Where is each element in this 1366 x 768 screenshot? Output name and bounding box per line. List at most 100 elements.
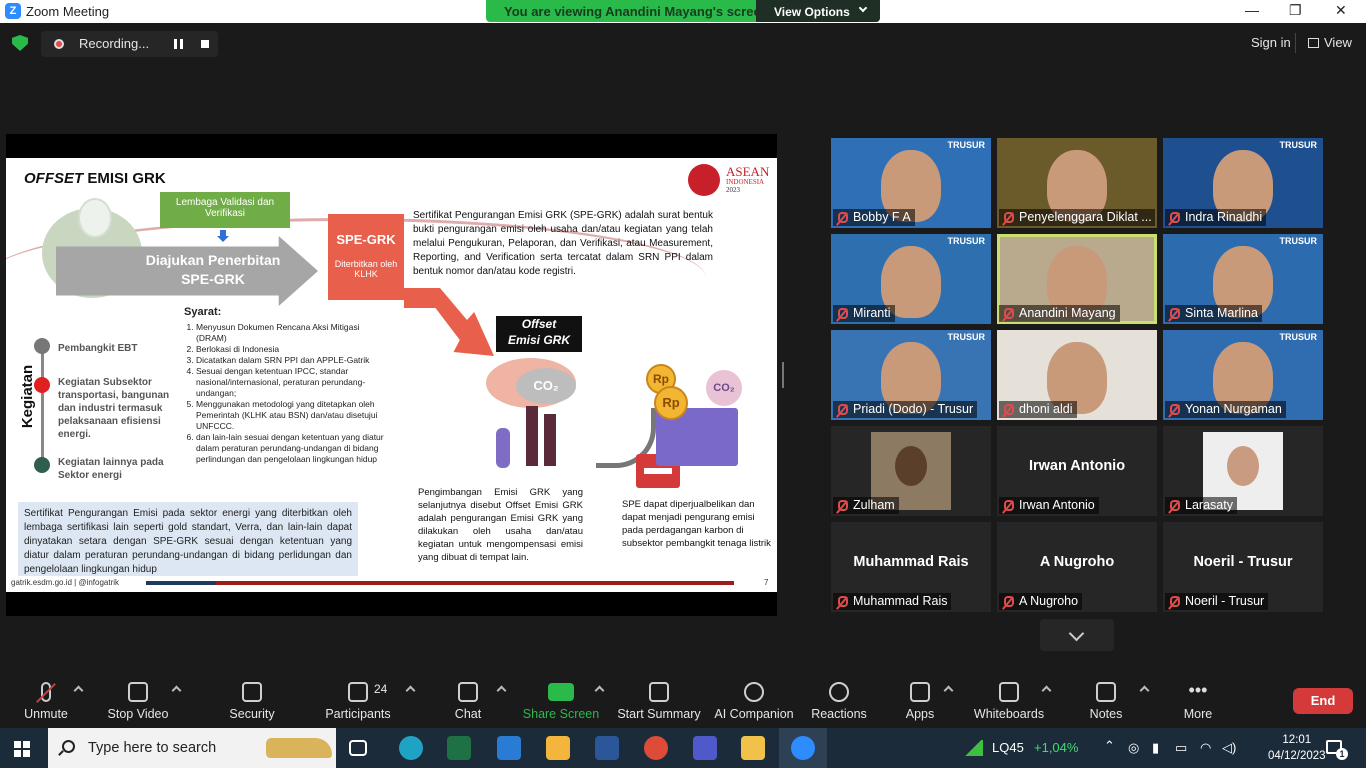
zoom-taskbar-active[interactable]: [779, 728, 827, 768]
participant-tile[interactable]: TRUSUR Indra Rinaldhi: [1163, 138, 1323, 228]
slide-page-number: 7: [764, 578, 769, 587]
store-icon[interactable]: [546, 736, 570, 760]
participant-tile[interactable]: TRUSUR Sinta Marlina: [1163, 234, 1323, 324]
security-button[interactable]: Security: [202, 672, 302, 728]
system-clock[interactable]: 12:01 04/12/2023: [1268, 732, 1326, 764]
whiteboard-icon: [999, 682, 1019, 702]
validation-box: Lembaga Validasi dan Verifikasi: [160, 192, 290, 228]
edge-browser-icon[interactable]: [399, 736, 423, 760]
notes-icon: [1096, 682, 1116, 702]
spe-grk-box: SPE-GRK Diterbitkan oleh KLHK: [328, 214, 404, 300]
battery-icon[interactable]: ▭: [1175, 740, 1187, 756]
pengimbangan-text: Pengimbangan Emisi GRK yang selanjutnya …: [418, 487, 583, 563]
kegiatan-item: Kegiatan Subsektor transportasi, banguna…: [58, 377, 170, 440]
slide-title: OFFSET EMISI GRK: [24, 170, 166, 187]
list-item: Sesuai dengan ketentuan IPCC, standar na…: [196, 366, 384, 399]
participant-tile[interactable]: dhoni aldi: [997, 330, 1157, 420]
start-summary-button[interactable]: Start Summary: [609, 672, 709, 728]
rupiah-coin-icon: Rp: [654, 386, 688, 420]
grid-view-icon: [1308, 38, 1319, 48]
meeting-top-bar: Recording... Sign in View: [0, 23, 1366, 63]
apps-button[interactable]: Apps: [870, 672, 970, 728]
participant-tile[interactable]: A Nugroho A Nugroho: [997, 522, 1157, 612]
participant-tile[interactable]: Anandini Mayang: [997, 234, 1157, 324]
participant-name: Larasaty: [1185, 498, 1233, 512]
teams-icon[interactable]: [693, 736, 717, 760]
end-meeting-button[interactable]: End: [1293, 688, 1353, 714]
co2-bubble-icon: CO₂: [706, 370, 742, 406]
view-options-button[interactable]: View Options: [756, 0, 880, 22]
stop-recording-icon[interactable]: [201, 40, 209, 48]
notes-button[interactable]: Notes: [1056, 672, 1156, 728]
word-icon[interactable]: [595, 736, 619, 760]
participant-display-name: A Nugroho: [1039, 554, 1115, 570]
unmute-button[interactable]: Unmute: [0, 672, 96, 728]
toolbar-label: More: [1183, 707, 1213, 721]
summary-icon: [649, 682, 669, 702]
meet-now-icon[interactable]: ◎: [1128, 740, 1139, 756]
task-view-icon[interactable]: [349, 740, 367, 756]
viewing-message: You are viewing Anandini Mayang's screen: [504, 4, 769, 19]
syarat-title: Syarat:: [184, 306, 222, 318]
stop-video-button[interactable]: Stop Video: [88, 672, 188, 728]
shared-screen[interactable]: OFFSET EMISI GRK ASEAN INDONESIA 2023 Di…: [6, 134, 777, 616]
file-explorer-icon[interactable]: [741, 736, 765, 760]
show-more-participants-button[interactable]: [1040, 619, 1114, 651]
mic-muted-icon: [1170, 500, 1180, 511]
cheetah-search-highlight-icon: [266, 738, 332, 758]
pause-recording-icon[interactable]: [174, 39, 183, 49]
tray-chevron-up-icon[interactable]: ⌃: [1104, 738, 1115, 754]
chrome-icon[interactable]: [644, 736, 668, 760]
view-button[interactable]: View: [1308, 35, 1352, 50]
asean-logo: ASEAN INDONESIA 2023: [688, 164, 770, 198]
offset-tag: Offset Emisi GRK: [496, 316, 582, 352]
volume-icon[interactable]: ◁): [1222, 740, 1236, 756]
excel-icon[interactable]: [447, 736, 471, 760]
toolbar-label: Chat: [454, 707, 482, 721]
close-button[interactable]: ✕: [1335, 2, 1347, 19]
participant-name: Anandini Mayang: [1019, 306, 1116, 320]
spe-trade-text: SPE dapat diperjualbelikan dan dapat men…: [622, 499, 771, 549]
participants-button[interactable]: 24 Participants: [308, 672, 408, 728]
participant-tile[interactable]: TRUSUR Priadi (Dodo) - Trusur: [831, 330, 991, 420]
people-icon: [348, 682, 368, 702]
participant-name: dhoni aldi: [1019, 402, 1073, 416]
kegiatan-label: Kegiatan: [19, 364, 37, 429]
participant-name: Irwan Antonio: [1019, 498, 1095, 512]
mic-muted-icon: [1004, 500, 1014, 511]
share-screen-button[interactable]: Share Screen: [511, 672, 611, 728]
minimize-button[interactable]: —: [1245, 2, 1259, 18]
participant-tile[interactable]: Muhammad Rais Muhammad Rais: [831, 522, 991, 612]
chat-button[interactable]: Chat: [418, 672, 518, 728]
participant-name: Noeril - Trusur: [1185, 594, 1265, 608]
participant-name: Zulham: [853, 498, 895, 512]
mail-icon[interactable]: [497, 736, 521, 760]
participant-tile[interactable]: Penyelenggara Diklat ...: [997, 138, 1157, 228]
sign-in-link[interactable]: Sign in: [1251, 35, 1291, 50]
apps-icon: [910, 682, 930, 702]
more-button[interactable]: ••• More: [1148, 672, 1248, 728]
splitter-handle[interactable]: [782, 362, 784, 388]
chevron-down-icon: [858, 3, 868, 13]
taskbar-search[interactable]: Type here to search: [48, 728, 336, 768]
participant-tile[interactable]: Irwan Antonio Irwan Antonio: [997, 426, 1157, 516]
participant-tile[interactable]: TRUSUR Yonan Nurgaman: [1163, 330, 1323, 420]
microphone-tray-icon[interactable]: ▮: [1152, 740, 1159, 756]
participant-tile[interactable]: Zulham: [831, 426, 991, 516]
whiteboards-button[interactable]: Whiteboards: [959, 672, 1059, 728]
participant-tile[interactable]: Noeril - Trusur Noeril - Trusur: [1163, 522, 1323, 612]
wifi-icon[interactable]: ◠: [1200, 740, 1211, 756]
windows-start-icon[interactable]: [14, 741, 30, 757]
participant-tile[interactable]: TRUSUR Bobby F A: [831, 138, 991, 228]
timeline-line: [41, 344, 44, 466]
encryption-shield-icon[interactable]: [12, 35, 28, 51]
notification-count: 1: [1336, 748, 1348, 760]
participant-tile[interactable]: TRUSUR Miranti: [831, 234, 991, 324]
asean-emblem-icon: [688, 164, 720, 196]
mic-muted-icon: [1004, 212, 1014, 223]
list-item: dan lain-lain sesuai dengan ketentuan ya…: [196, 432, 384, 465]
list-item: Menyusun Dokumen Rencana Aksi Mitigasi (…: [196, 322, 384, 344]
restore-button[interactable]: ❐: [1289, 2, 1302, 19]
participant-tile[interactable]: Larasaty: [1163, 426, 1323, 516]
stock-ticker[interactable]: LQ45: [992, 740, 1024, 755]
